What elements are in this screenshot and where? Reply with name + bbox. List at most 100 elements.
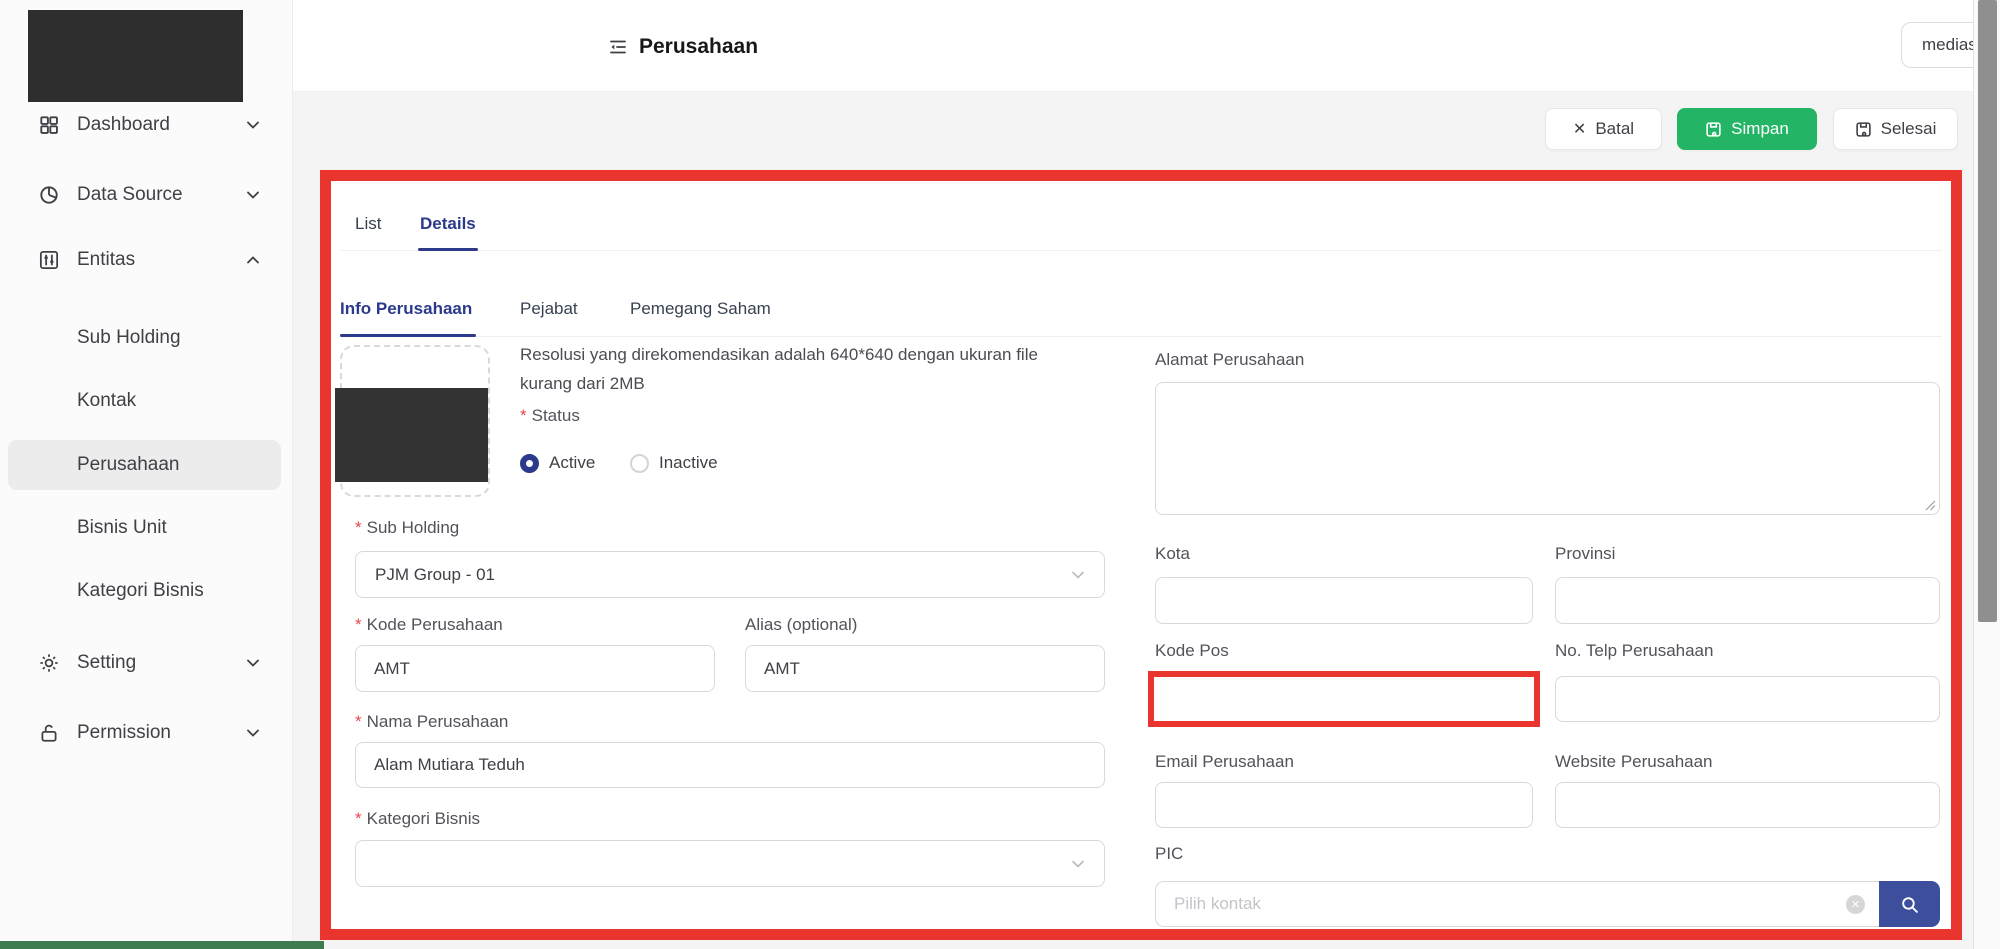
- clear-icon[interactable]: ✕: [1846, 895, 1865, 914]
- sidebar-subitem-label: Bisnis Unit: [77, 517, 167, 538]
- provinsi-input[interactable]: [1555, 577, 1940, 624]
- sidebar-item-label: Data Source: [77, 184, 183, 205]
- sidebar-subitem-perusahaan-active[interactable]: Perusahaan: [0, 440, 293, 490]
- search-icon: [1902, 896, 1918, 913]
- app-window: Dashboard Data Source Entitas Sub Holdin…: [0, 0, 2000, 949]
- chevron-down-icon: [1070, 567, 1086, 583]
- kode-pos-input[interactable]: [1154, 677, 1534, 721]
- sidebar-item-permission[interactable]: Permission: [0, 710, 293, 756]
- tab-details-underline: [418, 248, 478, 251]
- resize-handle-icon[interactable]: [1922, 497, 1936, 511]
- pic-label: PIC: [1155, 844, 1184, 863]
- sidebar-item-entitas[interactable]: Entitas: [0, 237, 293, 283]
- pie-chart-icon: [38, 184, 60, 206]
- alias-label: Alias (optional): [745, 615, 858, 634]
- save-icon: [1705, 121, 1722, 138]
- sidebar-item-setting[interactable]: Setting: [0, 640, 293, 686]
- chevron-down-icon: [245, 187, 261, 203]
- nama-perusahaan-label: * Nama Perusahaan: [355, 712, 509, 731]
- sidebar-item-label: Entitas: [77, 249, 136, 270]
- sidebar-item-label: Dashboard: [77, 114, 170, 135]
- radio-inactive-label: Inactive: [659, 453, 718, 472]
- tab-pemegang-saham[interactable]: Pemegang Saham: [630, 299, 771, 319]
- save-button-label: Simpan: [1731, 119, 1789, 138]
- tab-pejabat[interactable]: Pejabat: [520, 299, 578, 319]
- dashboard-icon: [38, 114, 60, 136]
- status-label: * Status: [520, 406, 580, 425]
- top-header: Perusahaan mediasarana: [293, 0, 2000, 92]
- sub-holding-label: * Sub Holding: [355, 518, 460, 537]
- email-label: Email Perusahaan: [1155, 752, 1294, 771]
- sidebar: Dashboard Data Source Entitas Sub Holdin…: [0, 0, 293, 949]
- company-logo-redacted: [335, 388, 488, 482]
- gear-icon: [38, 652, 60, 674]
- tab-list[interactable]: List: [355, 214, 381, 234]
- kategori-bisnis-label: * Kategori Bisnis: [355, 809, 481, 828]
- cancel-button-label: Batal: [1595, 119, 1635, 138]
- sidebar-subitem-label: Kontak: [77, 390, 137, 411]
- sidebar-subitem-label: Sub Holding: [77, 327, 181, 348]
- chevron-down-icon: [1070, 856, 1086, 872]
- sidebar-item-label: Permission: [77, 722, 171, 743]
- cancel-button[interactable]: ✕ Batal: [1545, 108, 1662, 150]
- kategori-bisnis-select[interactable]: [355, 840, 1105, 887]
- page-title: Perusahaan: [639, 35, 759, 58]
- pic-field: ✕: [1155, 881, 1940, 927]
- tab-info-perusahaan[interactable]: Info Perusahaan: [340, 299, 472, 319]
- kota-input[interactable]: [1155, 577, 1533, 624]
- kode-perusahaan-label: * Kode Perusahaan: [355, 615, 503, 634]
- tab-details[interactable]: Details: [420, 214, 476, 234]
- alias-input[interactable]: [745, 645, 1105, 692]
- chevron-down-icon: [245, 655, 261, 671]
- provinsi-label: Provinsi: [1555, 544, 1616, 563]
- chevron-down-icon: [245, 117, 261, 133]
- sidebar-subitem-sub-holding[interactable]: Sub Holding: [0, 313, 293, 363]
- close-icon: ✕: [1572, 121, 1587, 138]
- finish-button-label: Selesai: [1880, 119, 1937, 138]
- radio-active-label: Active: [549, 453, 596, 472]
- email-input[interactable]: [1155, 782, 1533, 828]
- finish-button[interactable]: Selesai: [1833, 108, 1958, 150]
- lock-icon: [38, 722, 60, 744]
- save-icon: [1855, 121, 1872, 138]
- alamat-textarea[interactable]: [1155, 382, 1940, 515]
- save-button[interactable]: Simpan: [1677, 108, 1817, 150]
- scrollbar-track[interactable]: [1973, 0, 2000, 949]
- radio-unselected-icon: [630, 453, 649, 473]
- app-logo-redacted: [28, 10, 243, 102]
- upload-resolution-note: Resolusi yang direkomendasikan adalah 64…: [520, 345, 1038, 393]
- radio-inactive[interactable]: Inactive: [630, 453, 718, 473]
- footer-green-bar: [0, 941, 324, 949]
- sub-holding-select-value: PJM Group - 01: [375, 564, 495, 584]
- sidebar-subitem-bisnis-unit[interactable]: Bisnis Unit: [0, 503, 293, 553]
- sidebar-subitem-kontak[interactable]: Kontak: [0, 376, 293, 426]
- sidebar-item-dashboard[interactable]: Dashboard: [0, 102, 293, 148]
- sub-holding-select[interactable]: PJM Group - 01: [355, 551, 1105, 598]
- sidebar-subitem-kategori-bisnis[interactable]: Kategori Bisnis: [0, 566, 293, 616]
- chevron-down-icon: [245, 725, 261, 741]
- tab-info-underline: [340, 334, 476, 337]
- scrollbar-thumb[interactable]: [1978, 0, 1997, 622]
- control-sliders-icon: [38, 249, 60, 271]
- pic-search-button[interactable]: [1879, 881, 1940, 927]
- sidebar-subitem-label: Kategori Bisnis: [77, 580, 204, 601]
- sidebar-item-data-source[interactable]: Data Source: [0, 172, 293, 218]
- chevron-up-icon: [245, 252, 261, 268]
- alamat-label: Alamat Perusahaan: [1155, 350, 1305, 369]
- nama-perusahaan-input[interactable]: [355, 742, 1105, 788]
- tabbar-divider: [340, 250, 1942, 251]
- radio-active[interactable]: Active: [520, 453, 595, 473]
- pic-input[interactable]: [1156, 882, 1856, 926]
- website-label: Website Perusahaan: [1555, 752, 1713, 771]
- kode-pos-highlight: [1148, 671, 1540, 727]
- website-input[interactable]: [1555, 782, 1940, 828]
- telp-input[interactable]: [1555, 676, 1940, 722]
- radio-selected-icon: [520, 453, 539, 473]
- sidebar-subitem-label: Perusahaan: [77, 454, 180, 475]
- menu-fold-icon[interactable]: [608, 37, 628, 57]
- telp-label: No. Telp Perusahaan: [1555, 641, 1714, 660]
- kota-label: Kota: [1155, 544, 1190, 563]
- sidebar-item-label: Setting: [77, 652, 137, 673]
- kode-perusahaan-input[interactable]: [355, 645, 715, 692]
- kode-pos-label: Kode Pos: [1155, 641, 1229, 660]
